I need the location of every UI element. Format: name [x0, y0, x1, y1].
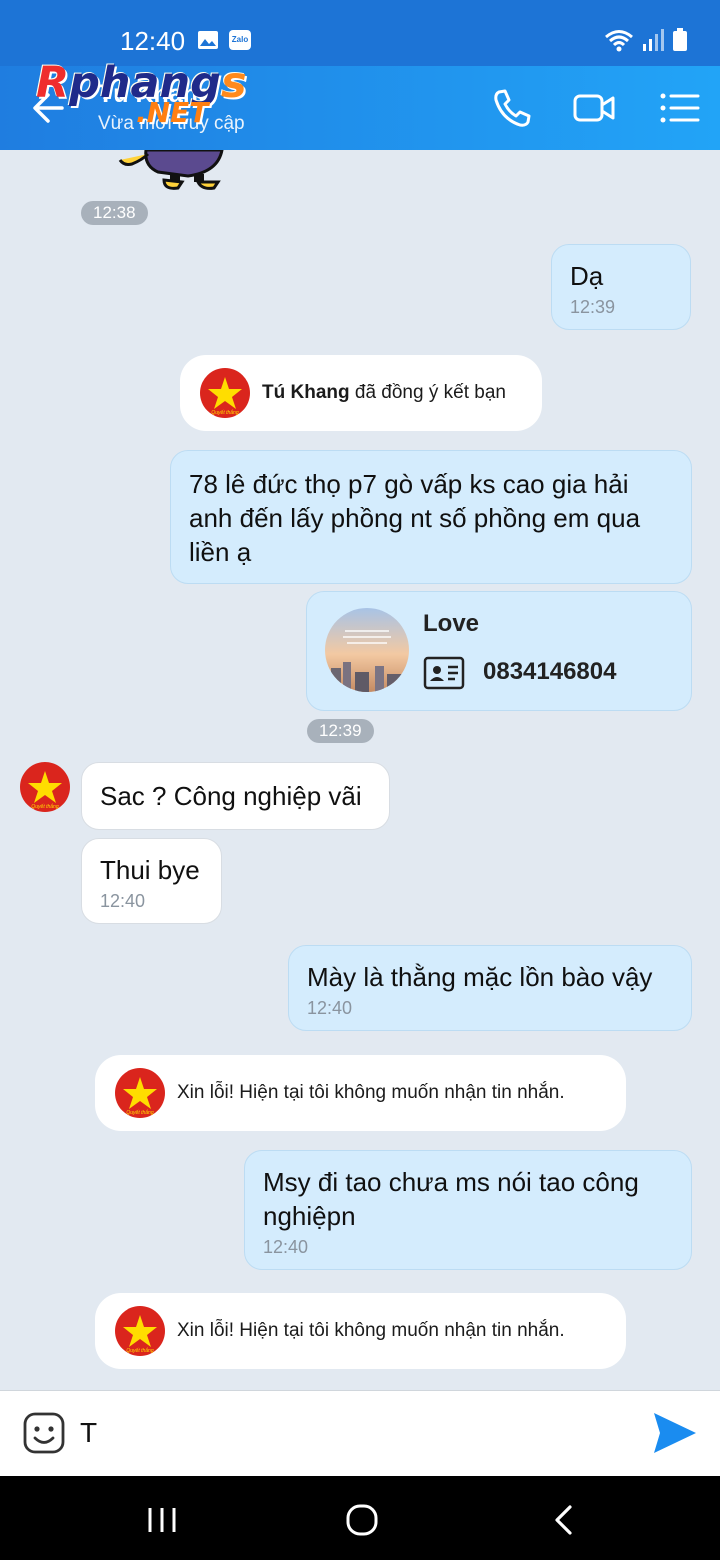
contact-card-name: Love: [423, 610, 480, 637]
system-status-icons: [604, 28, 688, 52]
message-text: Thui bye: [100, 855, 200, 885]
system-friend-accepted: Quyết thắng Tú Khang đã đồng ý kết bạn: [180, 355, 542, 431]
message-time: 12:40: [100, 891, 146, 911]
contact-avatar-flag[interactable]: Quyết thắng: [20, 762, 70, 812]
gallery-icon: [198, 31, 218, 49]
message-bubble-outgoing[interactable]: Msy đi tao chưa ms nói tao công nghiệpn …: [244, 1150, 692, 1270]
back-nav-icon[interactable]: [546, 1504, 582, 1536]
contact-name[interactable]: Tú Khang: [98, 80, 213, 109]
phone-call-icon[interactable]: [490, 86, 534, 130]
message-time: 12:40: [307, 998, 353, 1018]
contact-card[interactable]: Love 0834146804: [306, 591, 692, 711]
send-icon[interactable]: [652, 1411, 698, 1455]
contact-card-phone: 0834146804: [483, 658, 617, 685]
contact-avatar-flag[interactable]: Quyết thắng: [115, 1068, 165, 1118]
contact-status: Vừa mới truy cập: [98, 113, 245, 134]
svg-text:Quyết thắng: Quyết thắng: [211, 409, 238, 416]
contact-card-icon: [423, 656, 465, 690]
emoji-sticker-icon[interactable]: [22, 1411, 66, 1455]
system-message-blocked: Quyết thắng Xin lỗi! Hiện tại tôi không …: [95, 1055, 626, 1131]
status-time: 12:40: [120, 26, 186, 56]
message-input[interactable]: T: [80, 1417, 97, 1449]
contact-card-avatar: [325, 608, 409, 692]
message-time: 12:40: [263, 1237, 309, 1257]
home-icon[interactable]: [344, 1504, 380, 1536]
message-bubble-outgoing[interactable]: Dạ 12:39: [551, 244, 691, 330]
chat-header: Tú Khang Vừa mới truy cập: [0, 66, 720, 150]
timestamp-pill: 12:39: [307, 719, 374, 743]
notification-icons: Zalo: [197, 30, 251, 50]
message-text: Mày là thằng mặc lồn bào vậy: [307, 962, 653, 992]
recent-apps-icon[interactable]: [144, 1504, 180, 1536]
message-text: 78 lê đức thọ p7 gò vấp ks cao gia hải a…: [189, 469, 641, 567]
message-text: Dạ: [570, 261, 604, 291]
system-text: Xin lỗi! Hiện tại tôi không muốn nhận ti…: [177, 1320, 565, 1341]
message-time: 12:39: [570, 297, 616, 317]
menu-list-icon[interactable]: [658, 86, 702, 130]
message-composer: T: [0, 1390, 720, 1476]
video-call-icon[interactable]: [572, 86, 616, 130]
contact-avatar-flag[interactable]: Quyết thắng: [115, 1306, 165, 1356]
system-nav-bar: [0, 1476, 720, 1560]
system-text: Xin lỗi! Hiện tại tôi không muốn nhận ti…: [177, 1082, 565, 1103]
sticker-image[interactable]: [118, 150, 248, 192]
status-bar: 12:40 Zalo: [0, 0, 720, 66]
system-text: Tú Khang đã đồng ý kết bạn: [262, 382, 506, 403]
back-arrow-icon[interactable]: [26, 86, 74, 130]
system-message-blocked: Quyết thắng Xin lỗi! Hiện tại tôi không …: [95, 1293, 626, 1369]
signal-icon: [643, 29, 664, 51]
message-bubble-incoming[interactable]: Thui bye 12:40: [81, 838, 222, 924]
message-text: Sac ? Công nghiệp vãi: [100, 781, 362, 811]
contact-avatar-flag[interactable]: Quyết thắng: [200, 368, 250, 418]
message-bubble-outgoing[interactable]: 78 lê đức thọ p7 gò vấp ks cao gia hải a…: [170, 450, 692, 584]
wifi-icon: [605, 30, 633, 52]
zalo-badge-icon: Zalo: [229, 30, 251, 50]
svg-text:Quyết thắng: Quyết thắng: [31, 803, 58, 810]
message-bubble-outgoing[interactable]: Mày là thằng mặc lồn bào vậy 12:40: [288, 945, 692, 1031]
timestamp-pill: 12:38: [81, 201, 148, 225]
svg-text:Quyết thắng: Quyết thắng: [126, 1109, 153, 1116]
message-text: Msy đi tao chưa ms nói tao công nghiệpn: [263, 1167, 639, 1231]
battery-icon: [673, 28, 687, 51]
message-bubble-incoming[interactable]: Sac ? Công nghiệp vãi: [81, 762, 390, 830]
svg-text:Quyết thắng: Quyết thắng: [126, 1347, 153, 1354]
